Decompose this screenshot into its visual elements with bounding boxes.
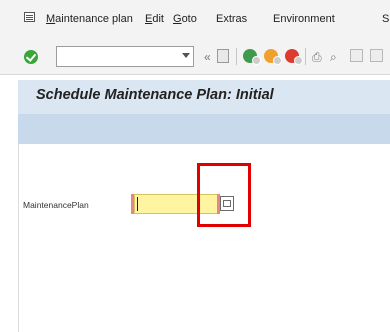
back-icon[interactable] bbox=[243, 49, 261, 65]
menu-edit-label: dit bbox=[152, 13, 164, 25]
double-chevron-left-icon[interactable]: « bbox=[204, 50, 211, 64]
menu-icon[interactable] bbox=[24, 12, 35, 22]
exit-sub-badge bbox=[273, 56, 282, 65]
cancel-icon[interactable] bbox=[285, 49, 303, 65]
toolbar-separator bbox=[305, 48, 306, 65]
menu-environment-label: Environment bbox=[273, 13, 335, 25]
cancel-sub-badge bbox=[294, 56, 303, 65]
print-icon[interactable]: ⎙ bbox=[312, 50, 322, 64]
menu-maintenance-plan[interactable]: Maintenance plan bbox=[46, 13, 133, 26]
find-icon[interactable]: ⌕ bbox=[330, 50, 337, 64]
menu-maintenance-plan-label: aintenance plan bbox=[55, 13, 133, 25]
standard-toolbar: « ⎙ ⌕ bbox=[0, 38, 390, 75]
menu-edit[interactable]: Edit bbox=[145, 13, 164, 26]
back-sub-badge bbox=[252, 56, 261, 65]
highlight-box bbox=[197, 163, 251, 227]
text-cursor bbox=[137, 197, 138, 211]
application-toolbar bbox=[18, 114, 390, 144]
menu-extras[interactable]: Extras bbox=[216, 13, 247, 26]
find-next-icon[interactable] bbox=[350, 49, 363, 62]
menu-maintenance-plan-mnemonic: M bbox=[46, 13, 56, 25]
menu-extras-label: Extras bbox=[216, 13, 248, 25]
menu-goto-label: oto bbox=[181, 13, 197, 25]
menu-overflow[interactable]: S bbox=[382, 13, 389, 26]
menu-environment[interactable]: Environment bbox=[273, 13, 335, 26]
field-left-edge-marker bbox=[131, 194, 134, 214]
maintenance-plan-label: MaintenancePlan bbox=[23, 200, 89, 210]
chevron-down-icon[interactable] bbox=[182, 53, 190, 58]
enter-check-icon[interactable] bbox=[24, 50, 38, 64]
exit-icon[interactable] bbox=[264, 49, 282, 65]
menu-goto-mnemonic: G bbox=[173, 13, 182, 25]
command-field[interactable] bbox=[56, 46, 194, 67]
first-page-icon[interactable] bbox=[370, 49, 383, 62]
toolbar-separator bbox=[236, 48, 237, 65]
save-icon[interactable] bbox=[217, 49, 229, 63]
menu-bar: Maintenance plan Edit Goto Extras Enviro… bbox=[0, 0, 390, 38]
menu-goto[interactable]: Goto bbox=[173, 13, 197, 26]
page-title: Schedule Maintenance Plan: Initial bbox=[36, 87, 274, 103]
